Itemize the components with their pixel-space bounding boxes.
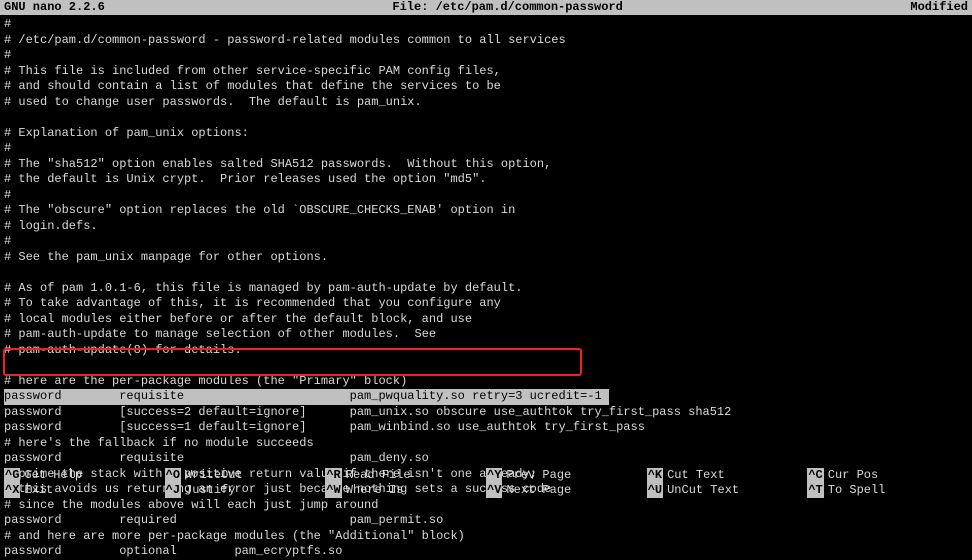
shortcut-label: Cut Text [667, 468, 725, 484]
editor-line[interactable]: password requisite pam_deny.so [4, 451, 968, 467]
editor-line[interactable]: # The "sha512" option enables salted SHA… [4, 157, 968, 173]
editor-line[interactable]: # This file is included from other servi… [4, 64, 968, 80]
shortcut-label: Exit [24, 483, 53, 499]
shortcut-label: To Spell [828, 483, 886, 499]
editor-line[interactable]: # the default is Unix crypt. Prior relea… [4, 172, 968, 188]
shortcut[interactable]: ^U UnCut Text [647, 483, 808, 498]
shortcut-key: ^V [486, 483, 502, 499]
editor-line[interactable]: # See the pam_unix manpage for other opt… [4, 250, 968, 266]
shortcut-key: ^J [165, 483, 181, 499]
shortcut-label: Cur Pos [828, 468, 878, 484]
shortcut-key: ^G [4, 468, 20, 484]
editor-line[interactable]: # [4, 48, 968, 64]
editor-line[interactable] [4, 358, 968, 374]
editor-line[interactable]: # pam-auth-update to manage selection of… [4, 327, 968, 343]
shortcut-label: Next Page [506, 483, 571, 499]
shortcut-key: ^U [647, 483, 663, 499]
editor-line[interactable]: password [success=2 default=ignore] pam_… [4, 405, 968, 421]
editor-line[interactable] [4, 110, 968, 126]
shortcut-label: UnCut Text [667, 483, 739, 499]
shortcut-label: Justify [185, 483, 235, 499]
editor-line[interactable]: # login.defs. [4, 219, 968, 235]
editor-line[interactable]: # and should contain a list of modules t… [4, 79, 968, 95]
shortcut-key: ^T [807, 483, 823, 499]
shortcut-label: Prev Page [506, 468, 571, 484]
shortcut-key: ^O [165, 468, 181, 484]
editor-line[interactable]: # here are the per-package modules (the … [4, 374, 968, 390]
shortcut-label: Read File [346, 468, 411, 484]
shortcut-key: ^C [807, 468, 823, 484]
editor-line[interactable] [4, 265, 968, 281]
editor-line[interactable]: # pam-auth-update(8) for details. [4, 343, 968, 359]
shortcut-bar: ^G Get Help^O WriteOut^R Read File^Y Pre… [4, 468, 968, 498]
editor-line[interactable]: # [4, 17, 968, 33]
editor-line[interactable]: # Explanation of pam_unix options: [4, 126, 968, 142]
shortcut[interactable]: ^T To Spell [807, 483, 968, 498]
editor-line[interactable]: # local modules either before or after t… [4, 312, 968, 328]
file-path: File: /etc/pam.d/common-password [105, 0, 911, 15]
editor-line[interactable]: # The "obscure" option replaces the old … [4, 203, 968, 219]
shortcut-label: WriteOut [185, 468, 243, 484]
editor-line[interactable]: # [4, 141, 968, 157]
modified-indicator: Modified [910, 0, 968, 15]
editor-line[interactable]: # As of pam 1.0.1-6, this file is manage… [4, 281, 968, 297]
editor-line[interactable]: password optional pam_ecryptfs.so [4, 544, 968, 560]
shortcut[interactable]: ^X Exit [4, 483, 165, 498]
shortcut[interactable]: ^K Cut Text [647, 468, 808, 483]
editor-line[interactable]: password [success=1 default=ignore] pam_… [4, 420, 968, 436]
editor-line[interactable]: password required pam_permit.so [4, 513, 968, 529]
shortcut-label: Get Help [24, 468, 82, 484]
cursor [602, 390, 609, 403]
shortcut-key: ^X [4, 483, 20, 499]
app-name: GNU nano 2.2.6 [4, 0, 105, 15]
editor-line[interactable]: # used to change user passwords. The def… [4, 95, 968, 111]
shortcut[interactable]: ^O WriteOut [165, 468, 326, 483]
editor-line[interactable]: # [4, 188, 968, 204]
title-bar: GNU nano 2.2.6 File: /etc/pam.d/common-p… [0, 0, 972, 15]
shortcut-key: ^W [325, 483, 341, 499]
shortcut-key: ^R [325, 468, 341, 484]
shortcut[interactable]: ^Y Prev Page [486, 468, 647, 483]
shortcut[interactable]: ^G Get Help [4, 468, 165, 483]
shortcut[interactable]: ^R Read File [325, 468, 486, 483]
shortcut-key: ^Y [486, 468, 502, 484]
shortcut[interactable]: ^J Justify [165, 483, 326, 498]
editor-line[interactable]: # [4, 234, 968, 250]
editor-line[interactable]: # and here are more per-package modules … [4, 529, 968, 545]
shortcut-key: ^K [647, 468, 663, 484]
shortcut[interactable]: ^C Cur Pos [807, 468, 968, 483]
editor-line[interactable]: # here's the fallback if no module succe… [4, 436, 968, 452]
shortcut[interactable]: ^V Next Page [486, 483, 647, 498]
shortcut[interactable]: ^W Where Is [325, 483, 486, 498]
editor-line-current[interactable]: password requisite pam_pwquality.so retr… [4, 389, 968, 405]
editor-line[interactable]: # To take advantage of this, it is recom… [4, 296, 968, 312]
shortcut-label: Where Is [346, 483, 404, 499]
editor-line[interactable]: # /etc/pam.d/common-password - password-… [4, 33, 968, 49]
